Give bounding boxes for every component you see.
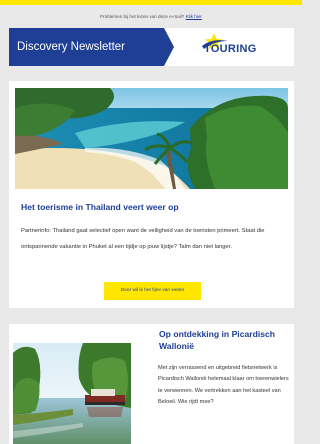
newsletter-banner: Discovery Newsletter TOURING [9,28,294,66]
logo-wordmark: TOURING [204,43,257,55]
thailand-beach-photo[interactable] [15,88,288,189]
article-body: Partnerinfo: Thailand gaat selectief ope… [21,228,265,250]
preheader: Problemen bij het lezen van deze e-mail?… [0,14,302,19]
read-more-button[interactable]: Door wil ik het fijne van weten [104,282,201,300]
top-accent-bar [0,0,302,5]
article-title[interactable]: Op ontdekking in Picardisch Wallonië [159,329,291,352]
banner-arrow-tip [164,28,174,66]
newsletter-title: Discovery Newsletter [17,41,125,53]
article-card-picardie: Op ontdekking in Picardisch Wallonië Met… [9,324,294,444]
canal-boat-photo[interactable] [13,343,131,444]
article-card-thailand: Het toerisme in Thailand veert weer op P… [9,81,294,308]
preheader-text: Problemen bij het lezen van deze e-mail? [100,14,186,19]
touring-logo[interactable]: TOURING [192,32,276,62]
view-online-link[interactable]: Klik hier [186,14,202,19]
article-title[interactable]: Het toerisme in Thailand veert weer op [21,202,179,212]
article-body: Met zijn verrassend en uitgebreid fietsn… [158,365,289,405]
